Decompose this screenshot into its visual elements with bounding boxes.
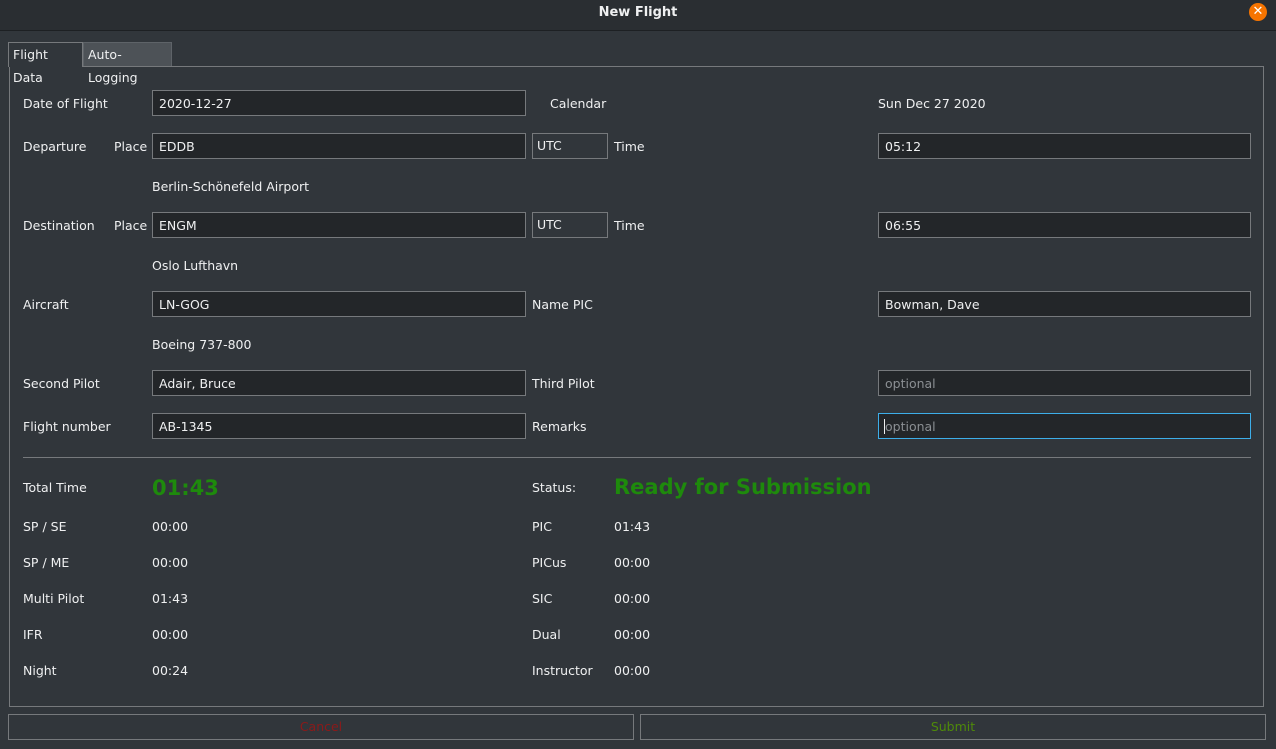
second-pilot-field[interactable] — [152, 370, 526, 396]
instructor-value: 00:00 — [614, 663, 651, 678]
date-field[interactable] — [152, 90, 526, 116]
aircraft-type: Boeing 737-800 — [152, 337, 252, 352]
night-label: Night — [23, 663, 57, 678]
picus-label: PICus — [532, 555, 567, 570]
window-title: New Flight — [598, 5, 678, 20]
destination-utc-label: UTC — [532, 212, 608, 238]
second-pilot-label: Second Pilot — [23, 376, 100, 391]
night-value: 00:24 — [152, 663, 189, 678]
destination-label: Destination — [23, 218, 95, 233]
ifr-label: IFR — [23, 627, 43, 642]
destination-place-label: Place — [114, 218, 148, 233]
aircraft-field[interactable] — [152, 291, 526, 317]
total-time-value: 01:43 — [152, 476, 219, 500]
ifr-value: 00:00 — [152, 627, 189, 642]
flight-number-label: Flight number — [23, 419, 111, 434]
instructor-label: Instructor — [532, 663, 593, 678]
cancel-button[interactable]: Cancel — [8, 714, 634, 740]
destination-place-field[interactable] — [152, 212, 526, 238]
departure-airport-name: Berlin-Schönefeld Airport — [152, 179, 310, 194]
name-pic-label: Name PIC — [532, 297, 593, 312]
text-caret — [884, 419, 885, 434]
pic-label: PIC — [532, 519, 552, 534]
calendar-label: Calendar — [550, 96, 607, 111]
date-label: Date of Flight — [23, 96, 108, 111]
aircraft-label: Aircraft — [23, 297, 69, 312]
sic-value: 00:00 — [614, 591, 651, 606]
destination-time-label: Time — [614, 218, 645, 233]
third-pilot-label: Third Pilot — [532, 376, 595, 391]
close-icon[interactable]: ✕ — [1249, 3, 1267, 21]
sp-se-value: 00:00 — [152, 519, 189, 534]
departure-time-label: Time — [614, 139, 645, 154]
status-value: Ready for Submission — [614, 475, 872, 499]
remarks-label: Remarks — [532, 419, 587, 434]
total-time-label: Total Time — [23, 480, 87, 495]
remarks-field[interactable] — [878, 413, 1251, 439]
title-bar: New Flight ✕ — [0, 0, 1276, 31]
calendar-value: Sun Dec 27 2020 — [878, 96, 986, 111]
sic-label: SIC — [532, 591, 553, 606]
pic-value: 01:43 — [614, 519, 651, 534]
departure-utc-label: UTC — [532, 133, 608, 159]
third-pilot-field[interactable] — [878, 370, 1251, 396]
flight-number-field[interactable] — [152, 413, 526, 439]
status-label: Status: — [532, 480, 577, 495]
name-pic-field[interactable] — [878, 291, 1251, 317]
multi-pilot-value: 01:43 — [152, 591, 189, 606]
dual-label: Dual — [532, 627, 561, 642]
destination-airport-name: Oslo Lufthavn — [152, 258, 239, 273]
picus-value: 00:00 — [614, 555, 651, 570]
destination-time-field[interactable] — [878, 212, 1251, 238]
departure-time-field[interactable] — [878, 133, 1251, 159]
departure-place-field[interactable] — [152, 133, 526, 159]
sp-me-value: 00:00 — [152, 555, 189, 570]
tab-flight-data[interactable]: Flight Data — [8, 42, 83, 85]
dual-value: 00:00 — [614, 627, 651, 642]
departure-label: Departure — [23, 139, 87, 154]
sp-se-label: SP / SE — [23, 519, 67, 534]
tab-auto-logging[interactable]: Auto-Logging — [83, 42, 172, 85]
divider — [23, 457, 1251, 458]
departure-place-label: Place — [114, 139, 148, 154]
submit-button[interactable]: Submit — [640, 714, 1266, 740]
sp-me-label: SP / ME — [23, 555, 70, 570]
multi-pilot-label: Multi Pilot — [23, 591, 85, 606]
